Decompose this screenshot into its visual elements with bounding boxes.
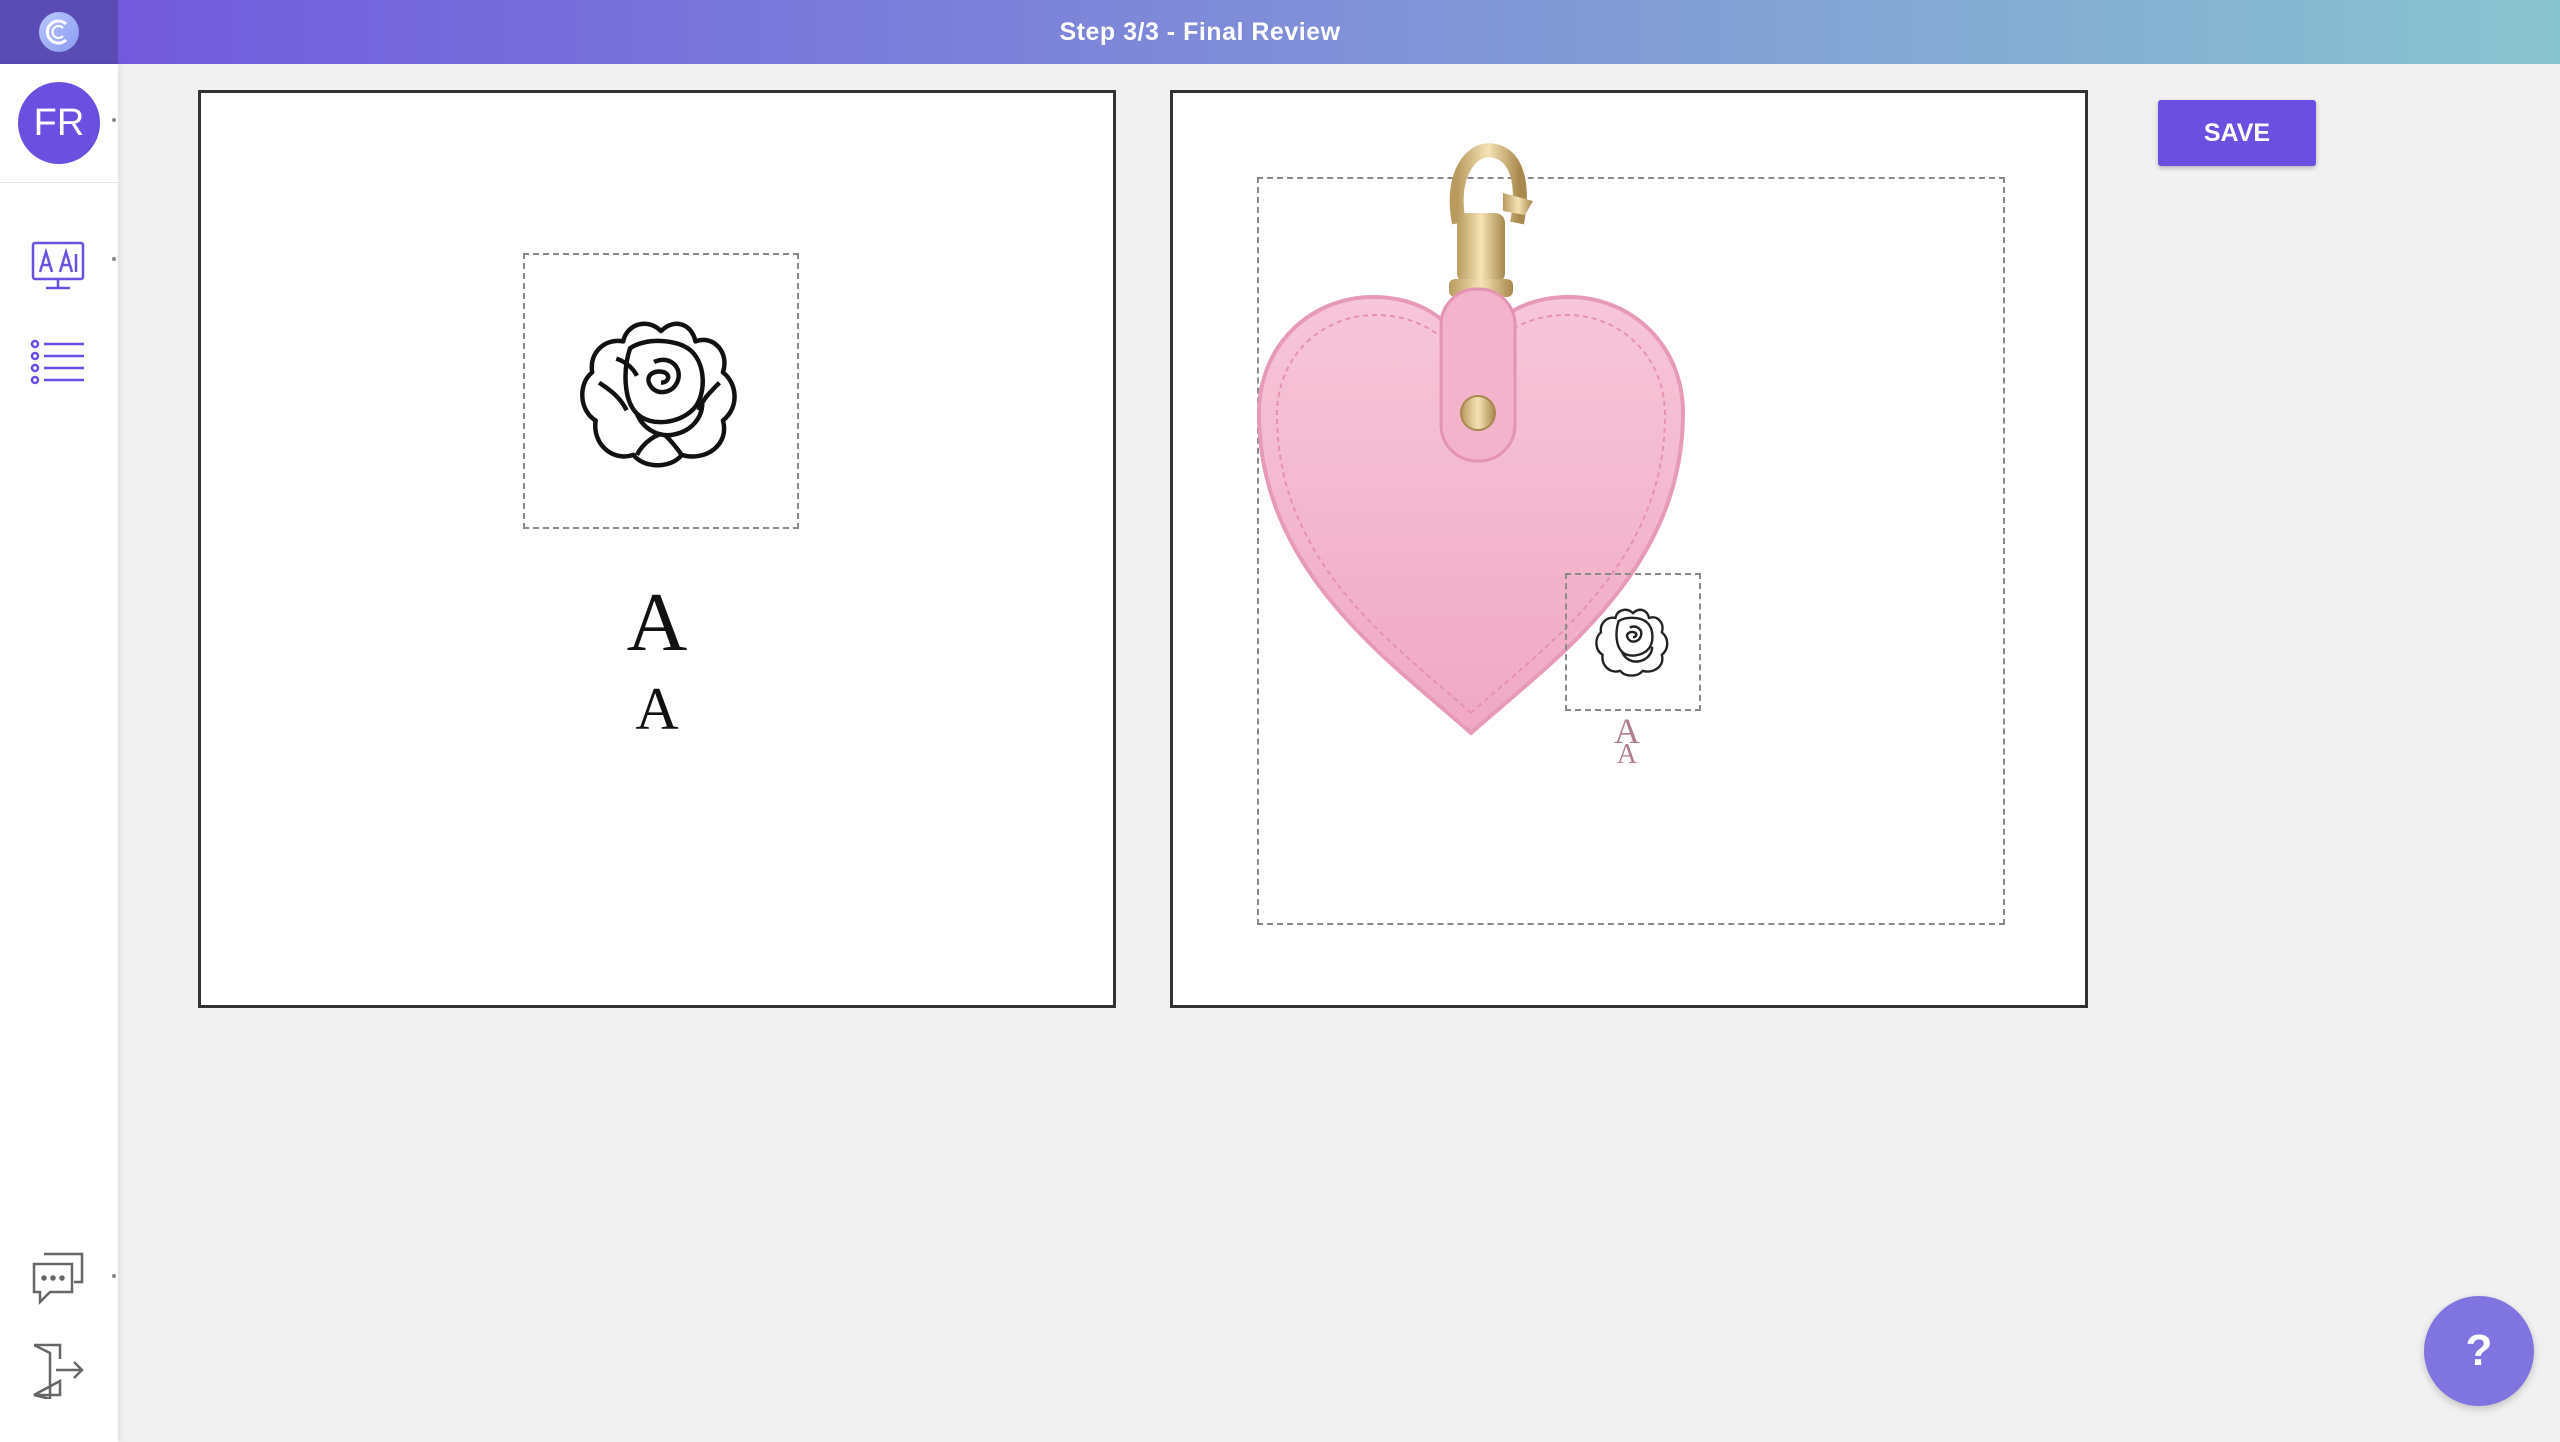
top-bar: Step 3/3 - Final Review xyxy=(0,0,2560,64)
design-monitor-icon[interactable] xyxy=(28,236,88,296)
chat-icon[interactable] xyxy=(28,1248,88,1308)
caret-icon xyxy=(112,257,116,261)
monogram-line-1[interactable]: A xyxy=(201,581,1113,665)
app-logo-icon xyxy=(39,12,79,52)
app-logo[interactable] xyxy=(0,0,118,64)
preview-rose-icon xyxy=(1595,608,1669,677)
preview-panel: A A xyxy=(1170,90,2088,1008)
rose-icon xyxy=(580,321,737,468)
caret-icon xyxy=(112,1274,116,1278)
monogram-line-2[interactable]: A xyxy=(201,679,1113,739)
rose-design-frame[interactable] xyxy=(523,253,799,529)
save-button[interactable]: SAVE xyxy=(2158,100,2316,166)
avatar[interactable]: FR xyxy=(18,82,100,164)
preview-monogram-line-2: A xyxy=(1616,739,1638,770)
sidebar: FR xyxy=(0,64,118,1442)
list-icon[interactable] xyxy=(28,332,88,392)
design-panel: A A xyxy=(198,90,1116,1008)
page-title: Step 3/3 - Final Review xyxy=(1059,17,1341,46)
heart-keychain-image xyxy=(1256,143,1686,736)
logout-door-icon[interactable] xyxy=(28,1340,88,1400)
help-button[interactable]: ? xyxy=(2424,1296,2534,1406)
caret-icon xyxy=(112,118,116,122)
preview-engraving-frame[interactable] xyxy=(1565,573,1701,711)
sidebar-divider xyxy=(0,182,118,183)
